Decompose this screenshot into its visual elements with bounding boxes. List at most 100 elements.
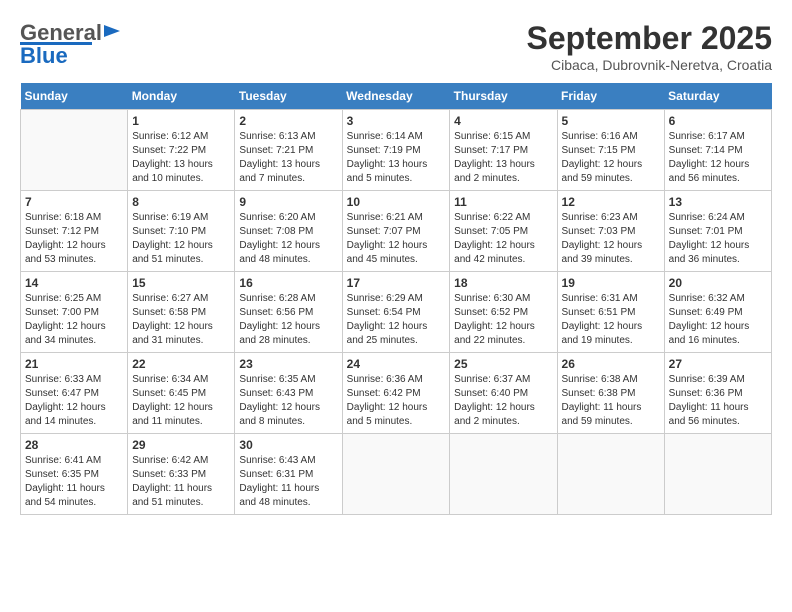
day-info: Sunrise: 6:25 AMSunset: 7:00 PMDaylight:… bbox=[25, 292, 123, 348]
day-info-line: Daylight: 12 hours bbox=[239, 402, 320, 413]
day-info: Sunrise: 6:17 AMSunset: 7:14 PMDaylight:… bbox=[669, 130, 767, 186]
day-info-line: Sunset: 7:07 PM bbox=[347, 226, 421, 237]
day-info-line: Sunrise: 6:19 AM bbox=[132, 212, 208, 223]
day-info: Sunrise: 6:30 AMSunset: 6:52 PMDaylight:… bbox=[454, 292, 552, 348]
day-info-line: Daylight: 13 hours bbox=[132, 159, 213, 170]
day-info-line: Daylight: 12 hours bbox=[347, 240, 428, 251]
calendar-day-cell: 15Sunrise: 6:27 AMSunset: 6:58 PMDayligh… bbox=[128, 272, 235, 353]
calendar-day-cell: 11 Sunrise: 6:22 AMSunset: 7:05 PMDayligh… bbox=[450, 191, 557, 272]
calendar-day-cell: 30 Sunrise: 6:43 AM Sunset: 6:31 PM Dayligh… bbox=[235, 434, 342, 515]
day-info-line: Sunrise: 6:43 AM bbox=[239, 455, 315, 466]
day-number: 26 bbox=[562, 357, 660, 371]
calendar-day-cell: 26 Sunrise: 6:38 AM Sunset: 6:38 PM Dayligh… bbox=[557, 353, 664, 434]
day-info: Sunrise: 6:12 AMSunset: 7:22 PMDaylight:… bbox=[132, 130, 230, 186]
day-info: Sunrise: 6:23 AMSunset: 7:03 PMDaylight:… bbox=[562, 211, 660, 267]
calendar-day-cell: 1Sunrise: 6:12 AMSunset: 7:22 PMDaylight… bbox=[128, 110, 235, 191]
logo-blue: Blue bbox=[20, 43, 68, 69]
day-info-line: Sunset: 7:08 PM bbox=[239, 226, 313, 237]
day-info-line: Daylight: 12 hours bbox=[132, 321, 213, 332]
day-info-line: and 31 minutes. bbox=[132, 335, 203, 346]
calendar-day-cell bbox=[450, 434, 557, 515]
calendar-day-cell: 18Sunrise: 6:30 AMSunset: 6:52 PMDayligh… bbox=[450, 272, 557, 353]
day-info-line: and 39 minutes. bbox=[562, 254, 633, 265]
day-info-line: and 11 minutes. bbox=[132, 416, 202, 427]
day-info-line: Sunset: 7:14 PM bbox=[669, 145, 743, 156]
day-info-line: Sunrise: 6:38 AM bbox=[562, 374, 638, 385]
day-number: 19 bbox=[562, 276, 660, 290]
day-info: Sunrise: 6:16 AMSunset: 7:15 PMDaylight:… bbox=[562, 130, 660, 186]
calendar-header-saturday: Saturday bbox=[664, 83, 771, 110]
day-info-line: Sunset: 7:15 PM bbox=[562, 145, 636, 156]
day-info-line: and 14 minutes. bbox=[25, 416, 96, 427]
calendar-day-cell: 9Sunrise: 6:20 AMSunset: 7:08 PMDaylight… bbox=[235, 191, 342, 272]
day-info-line: Sunrise: 6:33 AM bbox=[25, 374, 101, 385]
day-info-line: Sunset: 6:51 PM bbox=[562, 307, 636, 318]
calendar-table: SundayMondayTuesdayWednesdayThursdayFrid… bbox=[20, 83, 772, 515]
day-info-line: Sunset: 6:33 PM bbox=[132, 469, 206, 480]
calendar-day-cell: 7Sunrise: 6:18 AMSunset: 7:12 PMDaylight… bbox=[21, 191, 128, 272]
calendar-header-sunday: Sunday bbox=[21, 83, 128, 110]
day-info-line: and 51 minutes. bbox=[132, 497, 203, 508]
day-number: 30 bbox=[239, 438, 337, 452]
day-info-line: Sunset: 7:19 PM bbox=[347, 145, 421, 156]
day-info-line: Sunrise: 6:39 AM bbox=[669, 374, 745, 385]
day-info-line: Sunset: 6:31 PM bbox=[239, 469, 313, 480]
day-info-line: Sunset: 6:52 PM bbox=[454, 307, 528, 318]
day-info-line: Sunrise: 6:41 AM bbox=[25, 455, 101, 466]
day-info-line: Daylight: 11 hours bbox=[562, 402, 642, 413]
day-info-line: Sunset: 6:54 PM bbox=[347, 307, 421, 318]
calendar-header-tuesday: Tuesday bbox=[235, 83, 342, 110]
day-info-line: Sunset: 7:12 PM bbox=[25, 226, 99, 237]
day-info-line: Daylight: 12 hours bbox=[562, 159, 643, 170]
day-number: 7 bbox=[25, 195, 123, 209]
day-info-line: Daylight: 12 hours bbox=[132, 240, 213, 251]
day-number: 11 bbox=[454, 195, 552, 209]
day-info-line: and 5 minutes. bbox=[347, 416, 413, 427]
day-info-line: and 8 minutes. bbox=[239, 416, 305, 427]
calendar-day-cell bbox=[664, 434, 771, 515]
day-info-line: Sunrise: 6:15 AM bbox=[454, 131, 530, 142]
calendar-week-row: 14Sunrise: 6:25 AMSunset: 7:00 PMDayligh… bbox=[21, 272, 772, 353]
calendar-day-cell: 6Sunrise: 6:17 AMSunset: 7:14 PMDaylight… bbox=[664, 110, 771, 191]
day-info-line: Sunrise: 6:36 AM bbox=[347, 374, 423, 385]
day-number: 23 bbox=[239, 357, 337, 371]
day-info: Sunrise: 6:14 AMSunset: 7:19 PMDaylight:… bbox=[347, 130, 446, 186]
day-info-line: and 16 minutes. bbox=[669, 335, 740, 346]
day-info-line: Daylight: 12 hours bbox=[239, 321, 320, 332]
day-info-line: Daylight: 12 hours bbox=[562, 321, 643, 332]
day-info-line: Sunset: 6:58 PM bbox=[132, 307, 206, 318]
day-info-line: Sunset: 7:01 PM bbox=[669, 226, 743, 237]
calendar-day-cell bbox=[342, 434, 450, 515]
day-info: Sunrise: 6:21 AMSunset: 7:07 PMDaylight:… bbox=[347, 211, 446, 267]
calendar-day-cell: 5Sunrise: 6:16 AMSunset: 7:15 PMDaylight… bbox=[557, 110, 664, 191]
calendar-day-cell: 8Sunrise: 6:19 AMSunset: 7:10 PMDaylight… bbox=[128, 191, 235, 272]
title-area: September 2025 Cibaca, Dubrovnik-Neretva… bbox=[527, 20, 772, 73]
day-info-line: and 54 minutes. bbox=[25, 497, 96, 508]
day-info: Sunrise: 6:41 AMSunset: 6:35 PMDaylight:… bbox=[25, 454, 123, 510]
calendar-day-cell: 13Sunrise: 6:24 AMSunset: 7:01 PMDayligh… bbox=[664, 191, 771, 272]
day-number: 9 bbox=[239, 195, 337, 209]
day-info-line: Sunrise: 6:34 AM bbox=[132, 374, 208, 385]
day-info-line: Daylight: 11 hours bbox=[239, 483, 319, 494]
day-info: Sunrise: 6:22 AMSunset: 7:05 PMDaylight:… bbox=[454, 211, 552, 267]
day-info-line: and 56 minutes. bbox=[669, 416, 740, 427]
day-info: Sunrise: 6:37 AMSunset: 6:40 PMDaylight:… bbox=[454, 373, 552, 429]
calendar-day-cell: 27Sunrise: 6:39 AMSunset: 6:36 PMDayligh… bbox=[664, 353, 771, 434]
day-info-line: Sunset: 7:00 PM bbox=[25, 307, 99, 318]
day-info-line: Daylight: 12 hours bbox=[25, 240, 106, 251]
day-info-line: and 2 minutes. bbox=[454, 416, 520, 427]
day-info: Sunrise: 6:39 AMSunset: 6:36 PMDaylight:… bbox=[669, 373, 767, 429]
day-info-line: Sunset: 6:38 PM bbox=[562, 388, 636, 399]
day-info-line: and 48 minutes. bbox=[239, 254, 310, 265]
day-info-line: Sunrise: 6:35 AM bbox=[239, 374, 315, 385]
day-info-line: Sunset: 7:22 PM bbox=[132, 145, 206, 156]
calendar-day-cell: 28Sunrise: 6:41 AMSunset: 6:35 PMDayligh… bbox=[21, 434, 128, 515]
calendar-day-cell: 25Sunrise: 6:37 AMSunset: 6:40 PMDayligh… bbox=[450, 353, 557, 434]
day-info: Sunrise: 6:36 AMSunset: 6:42 PMDaylight:… bbox=[347, 373, 446, 429]
calendar-header-wednesday: Wednesday bbox=[342, 83, 450, 110]
day-info-line: and 45 minutes. bbox=[347, 254, 418, 265]
logo: General Blue bbox=[20, 20, 124, 69]
day-info: Sunrise: 6:27 AMSunset: 6:58 PMDaylight:… bbox=[132, 292, 230, 348]
day-info-line: Sunset: 6:47 PM bbox=[25, 388, 99, 399]
calendar-day-cell bbox=[557, 434, 664, 515]
